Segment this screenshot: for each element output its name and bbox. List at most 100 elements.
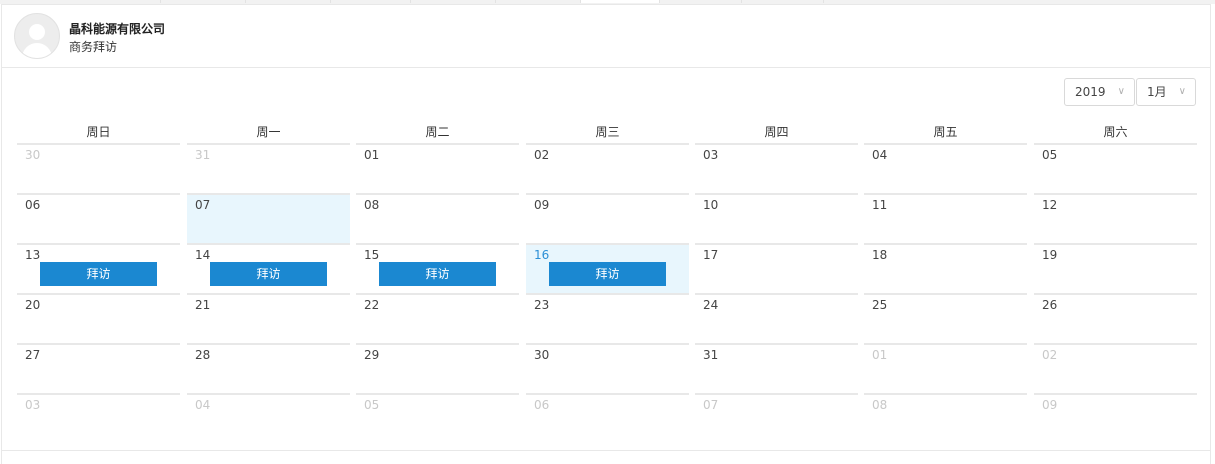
day-number: 02	[534, 148, 550, 162]
day-number: 16	[534, 248, 550, 262]
day-number: 20	[25, 298, 41, 312]
day-number: 04	[872, 148, 888, 162]
footer-divider	[2, 450, 1210, 451]
year-select[interactable]: 2019 ∨	[1064, 78, 1135, 106]
day-number: 28	[195, 348, 211, 362]
day-number: 13	[25, 248, 41, 262]
calendar-day-cell[interactable]: 31	[695, 343, 858, 393]
day-number: 09	[534, 198, 550, 212]
calendar-day-cell[interactable]: 12	[1034, 193, 1197, 243]
tab[interactable]	[160, 0, 246, 3]
day-number: 27	[25, 348, 41, 362]
calendar-day-cell[interactable]: 26	[1034, 293, 1197, 343]
calendar-day-cell[interactable]: 30	[526, 343, 689, 393]
calendar-day-cell[interactable]: 01	[356, 143, 519, 193]
day-number: 31	[703, 348, 719, 362]
tab[interactable]	[0, 0, 161, 3]
calendar-day-cell[interactable]: 11	[864, 193, 1027, 243]
day-number: 08	[872, 398, 888, 412]
day-number: 26	[1042, 298, 1058, 312]
day-number: 05	[364, 398, 380, 412]
day-number: 29	[364, 348, 380, 362]
visit-event[interactable]: 拜访	[379, 262, 496, 286]
tab-active[interactable]	[580, 0, 660, 3]
calendar-day-cell[interactable]: 14 拜访	[187, 243, 350, 293]
year-value: 2019	[1075, 85, 1106, 99]
calendar-day-cell[interactable]: 08	[356, 193, 519, 243]
calendar-day-cell[interactable]: 30	[17, 143, 180, 193]
tab[interactable]	[495, 0, 581, 3]
calendar-day-cell[interactable]: 28	[187, 343, 350, 393]
calendar-day-cell[interactable]: 02	[526, 143, 689, 193]
tab[interactable]	[659, 0, 742, 3]
calendar-day-cell[interactable]: 19	[1034, 243, 1197, 293]
calendar-day-cell[interactable]: 10	[695, 193, 858, 243]
tab[interactable]	[330, 0, 411, 3]
visit-event[interactable]: 拜访	[210, 262, 327, 286]
day-number: 08	[364, 198, 380, 212]
visit-calendar-panel: 晶科能源有限公司 商务拜访 2019 ∨ 1月 ∨ 周日 周一 周二 周三 周四…	[1, 4, 1211, 464]
day-number: 04	[195, 398, 211, 412]
calendar-day-cell[interactable]: 31	[187, 143, 350, 193]
calendar-day-cell[interactable]: 17	[695, 243, 858, 293]
calendar-day-cell[interactable]: 22	[356, 293, 519, 343]
day-number: 15	[364, 248, 380, 262]
day-number: 22	[364, 298, 380, 312]
calendar-day-cell[interactable]: 01	[864, 343, 1027, 393]
calendar-day-cell[interactable]: 18	[864, 243, 1027, 293]
avatar-head-icon	[29, 24, 45, 40]
calendar-day-cell[interactable]: 27	[17, 343, 180, 393]
calendar-day-cell[interactable]: 06	[526, 393, 689, 443]
calendar-day-cell[interactable]: 07	[187, 193, 350, 243]
day-number: 01	[872, 348, 888, 362]
month-select[interactable]: 1月 ∨	[1136, 78, 1196, 106]
day-number: 09	[1042, 398, 1058, 412]
day-number: 02	[1042, 348, 1058, 362]
weekday-label: 周二	[425, 125, 450, 139]
calendar-day-cell[interactable]: 24	[695, 293, 858, 343]
tab[interactable]	[245, 0, 331, 3]
day-number: 05	[1042, 148, 1058, 162]
visit-event[interactable]: 拜访	[40, 262, 157, 286]
day-number: 24	[703, 298, 719, 312]
calendar-day-cell[interactable]: 09	[1034, 393, 1197, 443]
calendar-day-cell[interactable]: 03	[17, 393, 180, 443]
day-number: 01	[364, 148, 380, 162]
day-number: 23	[534, 298, 550, 312]
calendar-day-cell[interactable]: 09	[526, 193, 689, 243]
month-value: 1月	[1147, 85, 1167, 99]
calendar-day-cell[interactable]: 15 拜访	[356, 243, 519, 293]
calendar-day-cell[interactable]: 29	[356, 343, 519, 393]
company-name: 晶科能源有限公司	[69, 22, 166, 36]
calendar-day-cell[interactable]: 25	[864, 293, 1027, 343]
calendar-day-cell[interactable]: 16 拜访	[526, 243, 689, 293]
visit-event[interactable]: 拜访	[549, 262, 666, 286]
calendar-day-cell[interactable]: 06	[17, 193, 180, 243]
tab[interactable]	[741, 0, 824, 3]
chevron-down-icon: ∨	[1117, 86, 1125, 97]
calendar-day-cell[interactable]: 04	[864, 143, 1027, 193]
tab[interactable]	[410, 0, 496, 3]
weekday-label: 周六	[1103, 125, 1128, 139]
calendar-day-cell[interactable]: 07	[695, 393, 858, 443]
weekday-label: 周一	[256, 125, 281, 139]
calendar-day-cell[interactable]: 02	[1034, 343, 1197, 393]
panel-header: 晶科能源有限公司 商务拜访	[2, 5, 1210, 68]
day-number: 31	[195, 148, 211, 162]
calendar-day-cell[interactable]: 23	[526, 293, 689, 343]
calendar-day-cell[interactable]: 04	[187, 393, 350, 443]
calendar-day-cell[interactable]: 03	[695, 143, 858, 193]
calendar-day-cell[interactable]: 05	[1034, 143, 1197, 193]
day-number: 21	[195, 298, 211, 312]
calendar-day-cell[interactable]: 20	[17, 293, 180, 343]
calendar-day-cell[interactable]: 05	[356, 393, 519, 443]
day-number: 03	[703, 148, 719, 162]
day-number: 06	[534, 398, 550, 412]
day-number: 30	[534, 348, 550, 362]
calendar-day-cell[interactable]: 08	[864, 393, 1027, 443]
day-number: 30	[25, 148, 41, 162]
calendar-day-cell[interactable]: 13 拜访	[17, 243, 180, 295]
avatar-body-icon	[22, 43, 52, 58]
header-subtitle: 商务拜访	[69, 40, 118, 54]
calendar-day-cell[interactable]: 21	[187, 293, 350, 343]
